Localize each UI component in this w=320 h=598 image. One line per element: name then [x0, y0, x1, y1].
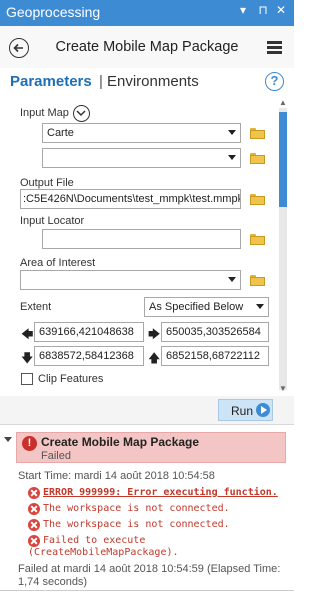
run-bar: Run — [0, 396, 294, 424]
down-arrow-icon: 🡇 — [21, 351, 34, 365]
scroll-up-icon[interactable]: ▲ — [279, 98, 287, 107]
area-of-interest-dropdown[interactable] — [20, 270, 241, 290]
run-play-icon — [256, 403, 270, 417]
error-icon — [28, 519, 40, 531]
browse-folder-icon[interactable] — [250, 128, 265, 139]
input-map-dropdown-2[interactable] — [42, 148, 241, 168]
failed-at-text: Failed at mardi 14 août 2018 10:54:59 (E… — [18, 563, 281, 575]
input-map-dropdown-1[interactable]: Carte — [42, 123, 241, 143]
right-arrow-icon: 🡆 — [148, 327, 161, 341]
extent-mode-value: As Specified Below — [149, 301, 244, 313]
pin-icon[interactable]: ⊓ — [256, 3, 270, 17]
chevron-down-icon — [228, 130, 236, 135]
output-file-value: :C5E426N\Documents\test_mmpk\test.mmpk — [23, 193, 241, 205]
output-file-input[interactable]: :C5E426N\Documents\test_mmpk\test.mmpk — [20, 189, 241, 209]
extent-left-input[interactable]: 639166,421048638 — [34, 322, 144, 342]
run-button[interactable]: Run — [218, 399, 273, 421]
extent-bottom-input[interactable]: 6838572,58412368 — [34, 346, 144, 366]
tab-environments[interactable]: Environments — [107, 73, 199, 90]
extent-right-input[interactable]: 650035,303526584 — [161, 322, 269, 342]
error-message: Failed to execute — [43, 535, 146, 546]
tab-separator: | — [99, 73, 103, 90]
error-icon — [28, 535, 40, 547]
result-header[interactable]: ! Create Mobile Map Package Failed — [16, 432, 286, 463]
collapse-result-icon[interactable] — [4, 437, 12, 442]
result-title: Create Mobile Map Package — [41, 435, 200, 449]
help-icon[interactable]: ? — [265, 72, 284, 91]
extent-bottom-value: 6838572,58412368 — [39, 350, 134, 362]
browse-folder-icon[interactable] — [250, 153, 265, 164]
up-arrow-icon: 🡅 — [148, 351, 161, 365]
divider — [0, 424, 294, 425]
extent-top-input[interactable]: 6852158,68722112 — [161, 346, 269, 366]
expand-input-map-button[interactable] — [73, 105, 90, 122]
panel-title: Geoprocessing — [6, 4, 101, 20]
run-label: Run — [231, 404, 254, 418]
area-of-interest-label: Area of Interest — [20, 257, 96, 269]
error-icon: ! — [22, 436, 37, 451]
panel-menu-dropdown-icon[interactable]: ▾ — [236, 3, 250, 17]
extent-label: Extent — [20, 301, 52, 313]
input-map-label: Input Map — [20, 107, 69, 119]
failed-at-text-continued: 1,74 seconds) — [18, 576, 88, 588]
chevron-down-icon — [76, 110, 86, 117]
error-message[interactable]: ERROR 999999: Error executing function. — [43, 487, 278, 498]
tool-title: Create Mobile Map Package — [55, 39, 239, 55]
error-message: The workspace is not connected. — [43, 519, 230, 530]
left-arrow-icon: 🡄 — [21, 327, 34, 341]
parameters-pane: Input Map Carte Output File :C5E426N\Doc… — [0, 96, 294, 396]
error-icon — [28, 503, 40, 515]
error-icon — [28, 487, 40, 499]
close-icon[interactable]: ✕ — [274, 3, 288, 17]
divider — [0, 590, 294, 591]
chevron-down-icon — [228, 155, 236, 160]
browse-folder-icon[interactable] — [250, 234, 265, 245]
tool-tabs: Parameters | Environments ? — [0, 68, 294, 96]
input-locator-input[interactable] — [42, 229, 241, 249]
browse-folder-icon[interactable] — [250, 275, 265, 286]
hamburger-menu-icon[interactable] — [267, 41, 282, 54]
result-status: Failed — [41, 450, 71, 462]
extent-top-value: 6852158,68722112 — [166, 350, 261, 362]
extent-mode-dropdown[interactable]: As Specified Below — [144, 297, 269, 317]
start-time-text: Start Time: mardi 14 août 2018 10:54:58 — [18, 470, 215, 482]
error-message: The workspace is not connected. — [43, 503, 230, 514]
clip-features-checkbox[interactable] — [21, 373, 33, 385]
scroll-down-icon[interactable]: ▼ — [279, 384, 287, 393]
error-message-continued: (CreateMobileMapPackage). — [28, 547, 179, 558]
chevron-down-icon — [256, 304, 264, 309]
input-locator-label: Input Locator — [20, 215, 85, 227]
tool-header: Create Mobile Map Package — [0, 26, 294, 68]
chevron-down-icon — [228, 277, 236, 282]
extent-right-value: 650035,303526584 — [166, 326, 261, 338]
clip-features-label: Clip Features — [38, 373, 104, 385]
browse-folder-icon[interactable] — [250, 194, 265, 205]
panel-titlebar: Geoprocessing ▾ ⊓ ✕ — [0, 0, 294, 26]
input-map-value-1: Carte — [47, 127, 74, 139]
tab-parameters[interactable]: Parameters — [10, 73, 92, 90]
extent-left-value: 639166,421048638 — [39, 326, 134, 338]
output-file-label: Output File — [20, 177, 74, 189]
scrollbar-thumb[interactable] — [279, 112, 287, 207]
